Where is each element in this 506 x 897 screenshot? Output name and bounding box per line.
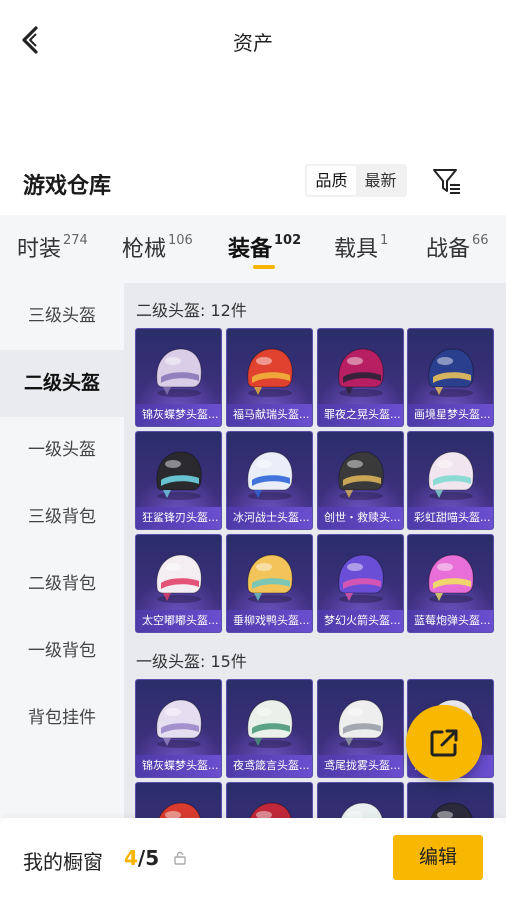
sidebar-item-level2-backpack[interactable]: 二级背包 (0, 551, 124, 618)
mint-helmet-icon (340, 802, 383, 818)
crimson-helmet-icon (249, 802, 292, 818)
item-name: 太空嘟嘟头盔... (136, 610, 221, 632)
iris-helmet-icon (338, 699, 384, 748)
butterfly-helmet-icon (156, 699, 202, 748)
item-card[interactable]: 锦灰蝶梦头盔... (135, 328, 222, 427)
item-card[interactable]: 垂柳戏鸭头盔... (226, 534, 313, 633)
sidebar-item-backpack-charm[interactable]: 背包挂件 (0, 685, 124, 752)
sidebar: 三级头盔 二级头盔 一级头盔 三级背包 二级背包 一级背包 背包挂件 (0, 283, 124, 818)
item-card[interactable]: 罪夜之晃头盔... (317, 328, 404, 427)
lock-icon (174, 851, 186, 865)
duck-helmet-icon (247, 554, 293, 603)
item-name: 锦灰蝶梦头盔... (136, 404, 221, 426)
item-name: 彩虹甜喵头盔... (408, 507, 493, 529)
tab-supplies[interactable]: 战备 66 (426, 231, 489, 263)
tab-label: 载具 (334, 237, 379, 262)
item-card[interactable] (226, 782, 313, 818)
item-name: 垂柳戏鸭头盔... (227, 610, 312, 632)
share-button[interactable] (406, 705, 482, 781)
tab-label: 战备 (426, 237, 471, 262)
showcase-label: 我的橱窗 (23, 850, 103, 874)
showcase-current: 4 (124, 846, 138, 870)
warehouse-header: 游戏仓库 品质 最新 (0, 160, 506, 204)
item-card[interactable]: 梦幻火箭头盔... (317, 534, 404, 633)
item-card[interactable]: 创世・救赎头... (317, 431, 404, 530)
filter-button[interactable] (430, 164, 464, 198)
item-card[interactable]: 彩虹甜喵头盔... (407, 431, 494, 530)
horse-helmet-icon (247, 348, 293, 397)
red-helmet-icon (158, 802, 201, 818)
category-tabs: 时装 274 枪械 106 装备 102 载具 1 战备 66 (0, 215, 506, 283)
section-title: 二级头盔: 12件 (136, 301, 247, 320)
showcase-total: 5 (145, 846, 160, 870)
tab-label: 枪械 (122, 237, 167, 262)
showcase-count: 4/5 (124, 846, 159, 870)
item-card[interactable]: 锦灰蝶梦头盔... (135, 679, 222, 778)
share-icon (430, 729, 458, 757)
space-helmet-icon (156, 554, 202, 603)
item-name: 画境星梦头盔... (408, 404, 493, 426)
dark-helmet-icon (430, 802, 473, 818)
item-card[interactable]: 夜鸢箴言头盔... (226, 679, 313, 778)
tab-vehicles[interactable]: 载具 1 (334, 231, 388, 263)
tab-count: 102 (274, 233, 302, 248)
item-card[interactable] (135, 782, 222, 818)
top-bar: 资产 (0, 0, 506, 80)
berry-helmet-icon (428, 554, 474, 603)
item-card[interactable]: 蓝莓炮弹头盔... (407, 534, 494, 633)
item-name: 创世・救赎头... (318, 507, 403, 529)
item-card[interactable] (317, 782, 404, 818)
bottom-bar: 我的橱窗 4/5 编辑 (0, 818, 506, 897)
item-card[interactable]: 狂鲨锋刃头盔... (135, 431, 222, 530)
item-card[interactable]: 冰河战士头盔... (226, 431, 313, 530)
active-tab-indicator (253, 265, 275, 269)
butterfly-helmet-icon (156, 348, 202, 397)
genesis-helmet-icon (338, 451, 384, 500)
edit-button[interactable]: 编辑 (393, 835, 483, 880)
sort-quality-button[interactable]: 品质 (307, 166, 356, 195)
item-name: 冰河战士头盔... (227, 507, 312, 529)
cat-helmet-icon (428, 451, 474, 500)
warehouse-title: 游戏仓库 (23, 174, 112, 199)
sidebar-item-level2-helmet[interactable]: 二级头盔 (0, 350, 124, 417)
sidebar-item-level1-helmet[interactable]: 一级头盔 (0, 417, 124, 484)
sidebar-item-level3-helmet[interactable]: 三级头盔 (0, 283, 124, 350)
tab-firearms[interactable]: 枪械 106 (122, 231, 193, 263)
tab-count: 66 (472, 233, 489, 248)
item-name: 福马献瑞头盔... (227, 404, 312, 426)
tab-label: 时装 (17, 237, 62, 262)
filter-icon (433, 169, 460, 194)
tab-label: 装备 (228, 237, 273, 262)
item-name: 锦灰蝶梦头盔... (136, 755, 221, 777)
tab-count: 274 (63, 233, 88, 248)
item-name: 蓝莓炮弹头盔... (408, 610, 493, 632)
item-card[interactable]: 画境星梦头盔... (407, 328, 494, 427)
item-name: 狂鲨锋刃头盔... (136, 507, 221, 529)
tab-equipment[interactable]: 装备 102 (228, 231, 301, 263)
tab-fashion[interactable]: 时装 274 (17, 231, 88, 263)
item-card[interactable]: 福马献瑞头盔... (226, 328, 313, 427)
star-helmet-icon (428, 348, 474, 397)
item-name: 夜鸢箴言头盔... (227, 755, 312, 777)
rocket-helmet-icon (338, 554, 384, 603)
sort-newest-button[interactable]: 最新 (356, 166, 405, 195)
glacier-helmet-icon (247, 451, 293, 500)
item-card[interactable]: 太空嘟嘟头盔... (135, 534, 222, 633)
tab-count: 1 (380, 233, 389, 248)
page-title: 资产 (233, 31, 273, 55)
sidebar-item-level3-backpack[interactable]: 三级背包 (0, 484, 124, 551)
section-title: 一级头盔: 15件 (136, 652, 247, 671)
tab-count: 106 (168, 233, 193, 248)
kite-helmet-icon (247, 699, 293, 748)
shark-helmet-icon (156, 451, 202, 500)
night-helmet-icon (338, 348, 384, 397)
item-name: 鸢尾拢雾头盔... (318, 755, 403, 777)
item-card[interactable]: 鸢尾拢雾头盔... (317, 679, 404, 778)
sidebar-item-level1-backpack[interactable]: 一级背包 (0, 618, 124, 685)
item-card[interactable] (407, 782, 494, 818)
item-name: 梦幻火箭头盔... (318, 610, 403, 632)
item-name: 罪夜之晃头盔... (318, 404, 403, 426)
sort-toggle: 品质 最新 (305, 164, 407, 197)
